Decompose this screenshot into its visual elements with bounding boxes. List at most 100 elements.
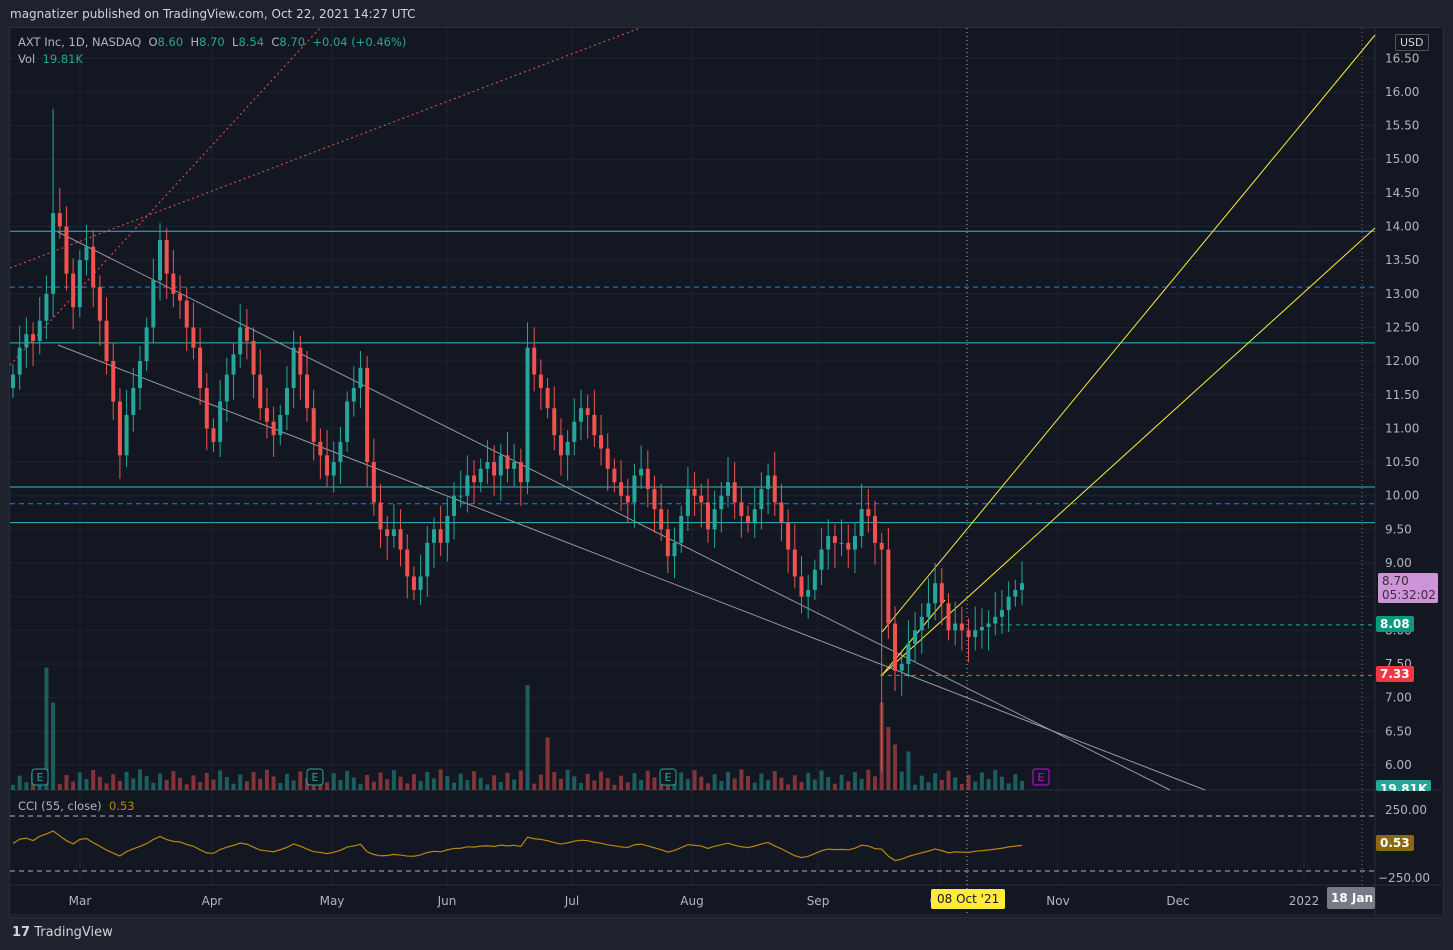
volume-bar (478, 777, 483, 790)
candle-body (178, 293, 183, 301)
high-value: 8.70 (199, 35, 225, 49)
cci-label[interactable]: CCI (55, close) (18, 799, 102, 813)
candle-body (959, 623, 964, 631)
candle-body (973, 630, 978, 638)
candle-body (799, 576, 804, 597)
y-tick-label: 6.00 (1385, 758, 1412, 772)
candle-body (786, 522, 791, 550)
volume-bar (251, 772, 256, 790)
candle-body (946, 603, 951, 631)
candle-body (746, 515, 751, 523)
tradingview-logo[interactable]: 17 TradingView (12, 925, 113, 940)
candle-body (659, 509, 664, 530)
candle-body (1006, 596, 1011, 611)
volume-bar (271, 776, 276, 790)
symbol-label[interactable]: AXT Inc, 1D, NASDAQ (18, 35, 141, 49)
cci-value-tag: 0.53 (1376, 835, 1414, 851)
volume-bar (291, 780, 296, 790)
change-value: +0.04 (+0.46%) (312, 35, 407, 49)
candle-body (218, 401, 223, 442)
yellow-trend-line (881, 227, 1376, 676)
volume-bar (238, 774, 243, 790)
volume-bar (385, 779, 390, 790)
candle-body (492, 462, 497, 476)
bar-countdown: 05:32:02 (1382, 588, 1436, 602)
cci-value: 0.53 (108, 799, 135, 813)
candle-body (1020, 583, 1024, 590)
candle-body (378, 502, 383, 530)
earnings-marker-label: E (665, 771, 672, 784)
candle-body (812, 569, 817, 590)
volume-bar (518, 770, 523, 790)
volume-bar (886, 727, 891, 790)
volume-bar (17, 775, 22, 790)
chart-canvas[interactable]: MarAprMayJunJulAugSepOctNovDec20226.006.… (0, 0, 1453, 950)
volume-bar (171, 771, 176, 790)
candle-body (318, 441, 323, 456)
candle-body (117, 401, 122, 456)
volume-bar (772, 771, 777, 790)
cci-legend: CCI (55, close) 0.53 (18, 799, 135, 813)
volume-bar (679, 772, 684, 790)
volume-bar (872, 776, 877, 790)
volume-bar (198, 781, 203, 790)
candle-body (652, 488, 657, 510)
candle-body (284, 388, 289, 415)
candle-body (311, 408, 316, 442)
close-value: 8.70 (279, 35, 306, 49)
crosshair-date-label: 08 Oct '21 (931, 889, 1006, 909)
candle-body (552, 408, 557, 436)
cci-upper-label: 250.00 (1385, 803, 1427, 817)
candle-body (398, 529, 403, 550)
candle-body (953, 623, 958, 631)
currency-button[interactable]: USD (1395, 34, 1429, 51)
volume-bar (124, 771, 129, 790)
candle-body (699, 495, 704, 503)
grey-trend-line (57, 344, 1206, 791)
candle-body (224, 374, 229, 402)
candle-body (124, 414, 129, 456)
volume-bar (1006, 783, 1011, 790)
cci-line (12, 830, 1023, 862)
volume-bar (552, 772, 557, 790)
candle-body (645, 468, 650, 489)
volume-bar (719, 780, 724, 790)
volume-bar (498, 781, 503, 790)
volume-bar (298, 771, 303, 790)
candle-body (11, 374, 15, 389)
candle-body (665, 529, 670, 557)
volume-bar (578, 783, 583, 790)
volume-bar (538, 774, 543, 790)
volume-bar (117, 780, 122, 790)
x-tick-label: 2022 (1289, 894, 1320, 908)
candle-body (137, 361, 142, 389)
candle-body (345, 401, 350, 442)
volume-bar (311, 784, 316, 790)
candle-body (371, 462, 376, 503)
volume-bar (766, 780, 771, 790)
volume-bar (111, 774, 116, 790)
volume-bar (933, 773, 938, 790)
candle-body (64, 226, 69, 274)
x-tick-label: Jun (437, 894, 457, 908)
candle-body (131, 388, 136, 415)
candle-body (77, 260, 82, 308)
volume-bar (24, 782, 29, 790)
volume-bar (953, 777, 958, 790)
volume-bar (158, 773, 163, 790)
volume-bar (899, 771, 904, 790)
candle-body (585, 408, 590, 415)
candle-body (906, 643, 911, 664)
candle-body (966, 630, 971, 638)
volume-bar (739, 769, 744, 790)
volume-bar (859, 778, 864, 790)
volume-bar (371, 781, 376, 790)
y-tick-label: 13.50 (1385, 253, 1419, 267)
candle-body (97, 287, 102, 321)
volume-bar (866, 769, 871, 790)
volume-bar (438, 769, 443, 790)
candle-body (305, 374, 310, 409)
candle-body (198, 347, 203, 389)
cci-lower-label: −250.00 (1378, 871, 1431, 885)
candle-body (819, 549, 824, 570)
